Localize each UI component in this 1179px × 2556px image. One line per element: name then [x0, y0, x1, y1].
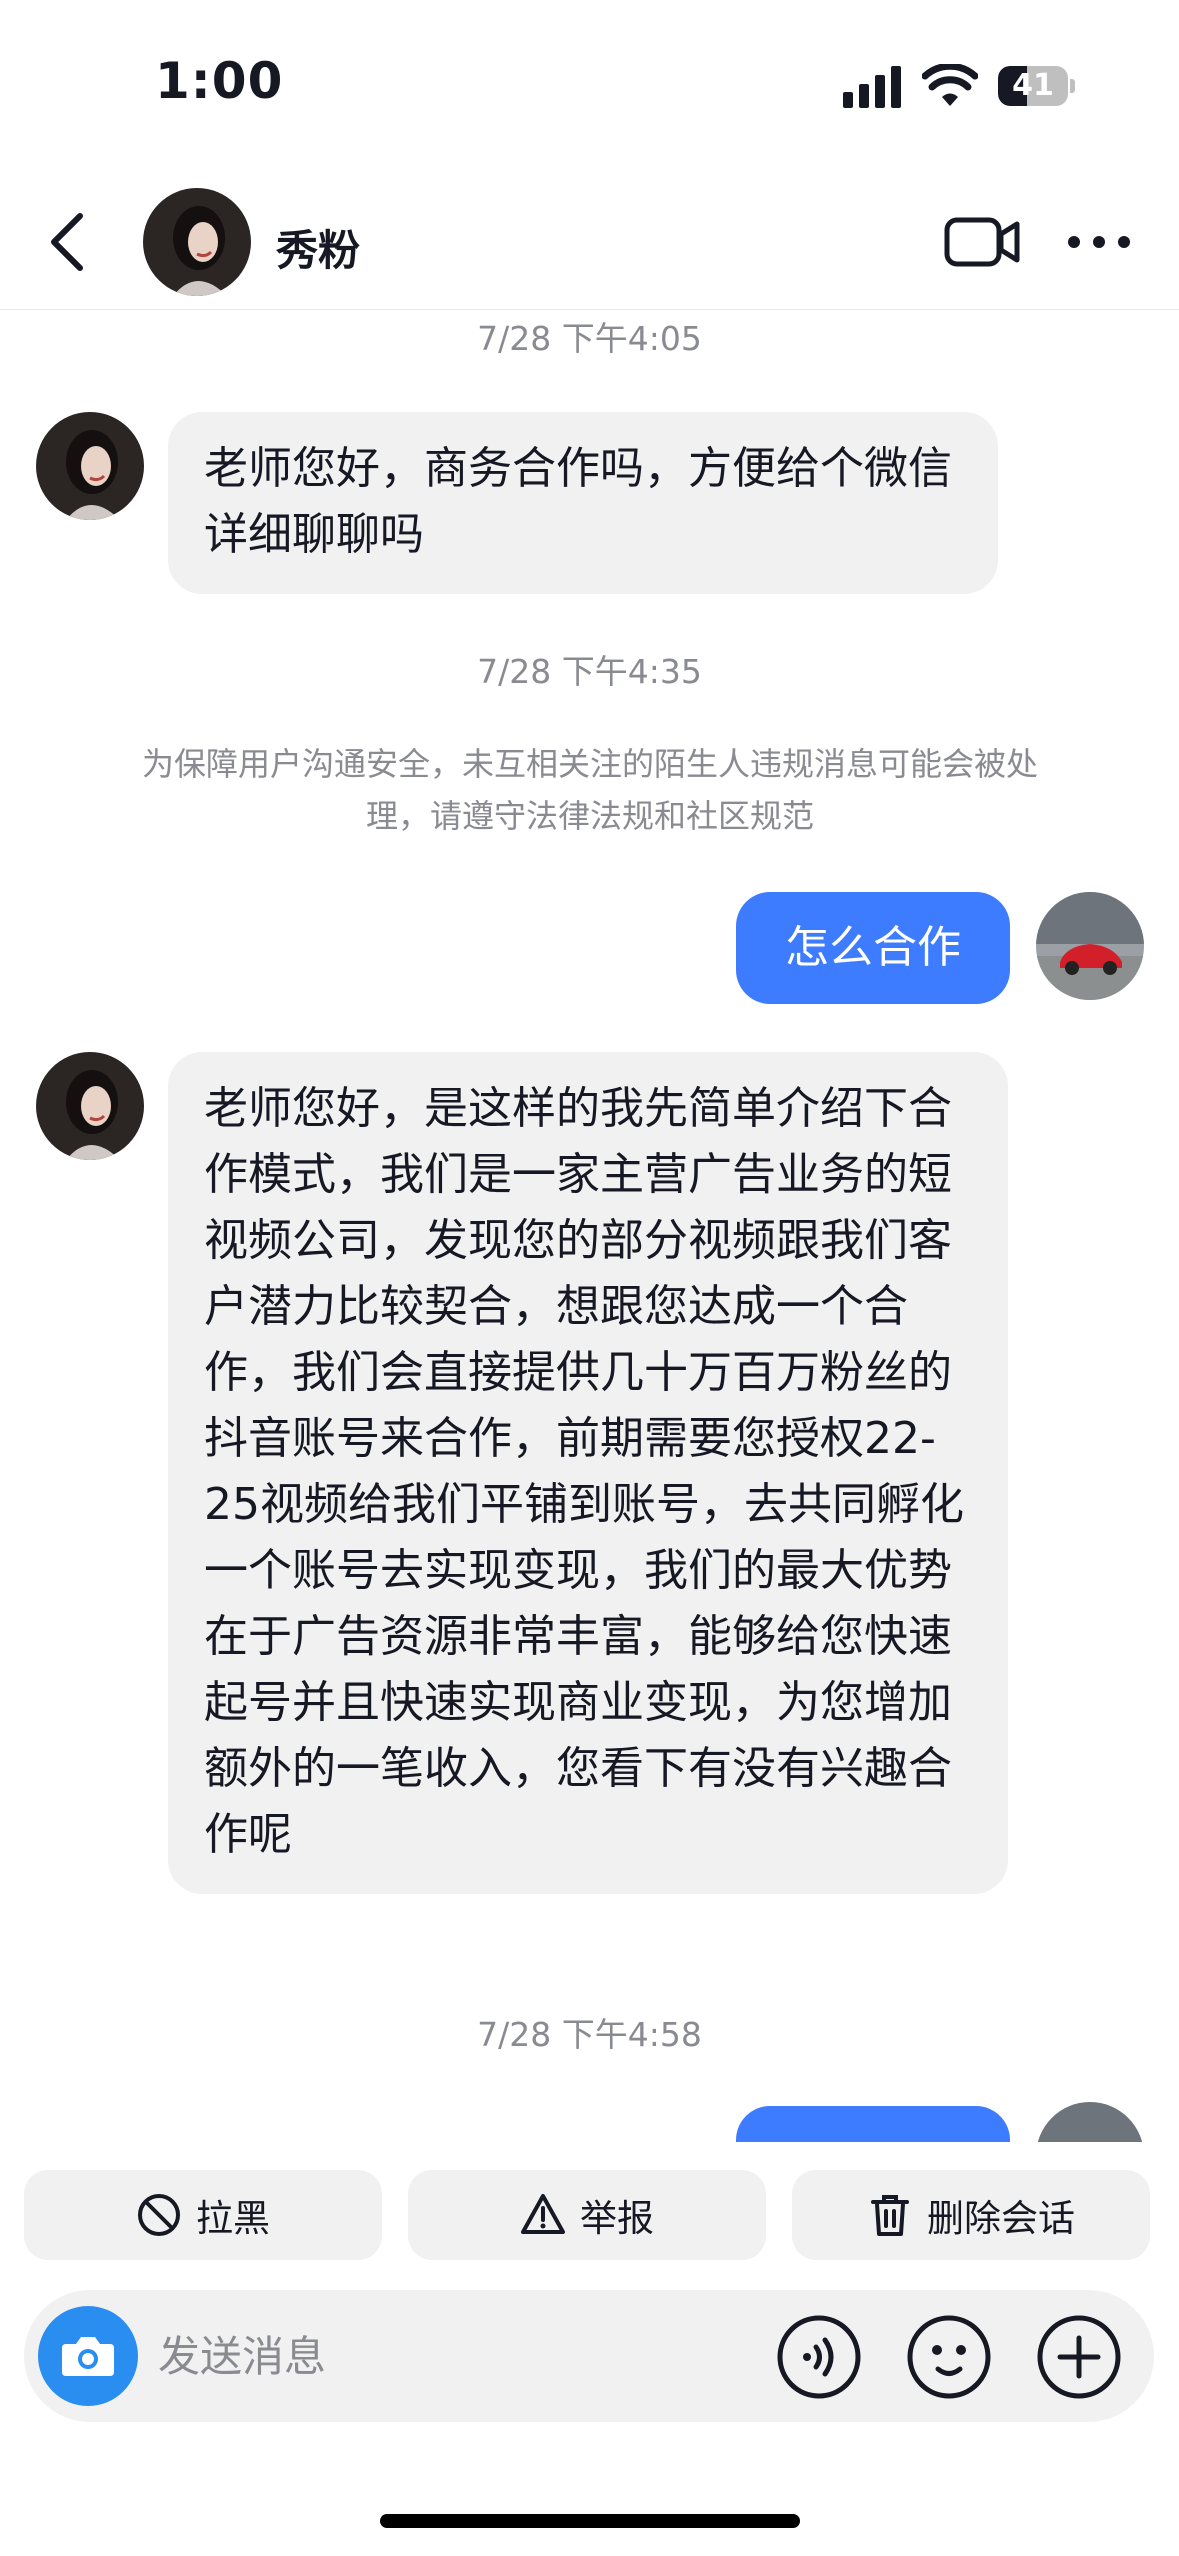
video-call-icon[interactable] — [944, 214, 1020, 270]
my-avatar[interactable] — [1036, 2102, 1144, 2142]
incoming-message[interactable]: 老师您好，商务合作吗，方便给个微信详细聊聊吗 — [168, 412, 998, 594]
message-timestamp: 7/28 下午4:05 — [477, 319, 702, 358]
outgoing-message[interactable]: 怎么合作 — [736, 892, 1010, 1004]
wifi-icon — [922, 64, 978, 106]
delete-label: 删除会话 — [927, 2197, 1075, 2240]
battery-level: 41 — [1012, 68, 1054, 103]
warning-icon — [521, 2194, 565, 2234]
incoming-message[interactable]: 老师您好，是这样的我先简单介绍下合作模式，我们是一家主营广告业务的短视频公司，发… — [168, 1052, 1008, 1894]
message-input-bar — [24, 2290, 1154, 2422]
message-timestamp: 7/28 下午4:58 — [477, 2015, 702, 2054]
battery-icon: 41 — [998, 66, 1075, 106]
camera-button[interactable] — [38, 2306, 138, 2406]
block-label: 拉黑 — [196, 2197, 270, 2240]
outgoing-message[interactable] — [736, 2100, 1010, 2142]
cellular-signal-icon — [843, 66, 901, 108]
add-icon[interactable] — [1036, 2314, 1122, 2400]
home-indicator — [380, 2514, 800, 2528]
status-time: 1:00 — [155, 52, 284, 110]
report-label: 举报 — [580, 2197, 654, 2240]
contact-avatar[interactable] — [143, 188, 251, 296]
back-button[interactable] — [40, 210, 100, 274]
sender-avatar[interactable] — [36, 1052, 144, 1160]
voice-message-icon[interactable] — [776, 2314, 862, 2400]
message-input[interactable] — [158, 2324, 678, 2388]
delete-conversation-button[interactable]: 删除会话 — [792, 2170, 1150, 2260]
conversation-action-bar: 拉黑 举报 删除会话 — [0, 2150, 1179, 2276]
sender-avatar[interactable] — [36, 412, 144, 520]
trash-icon — [871, 2195, 909, 2236]
report-button[interactable]: 举报 — [408, 2170, 766, 2260]
block-button[interactable]: 拉黑 — [24, 2170, 382, 2260]
status-bar: 1:00 41 — [0, 0, 1179, 170]
contact-name: 秀粉 — [276, 226, 361, 275]
more-horizontal-icon[interactable] — [1064, 218, 1134, 266]
camera-icon — [62, 2337, 114, 2376]
chat-header: 秀粉 — [0, 170, 1179, 310]
emoji-icon[interactable] — [906, 2314, 992, 2400]
safety-notice: 为保障用户沟通安全，未互相关注的陌生人违规消息可能会被处理，请遵守法律法规和社区… — [141, 745, 1038, 835]
my-avatar[interactable] — [1036, 892, 1144, 1000]
block-icon — [138, 2194, 180, 2236]
message-timestamp: 7/28 下午4:35 — [477, 652, 702, 691]
